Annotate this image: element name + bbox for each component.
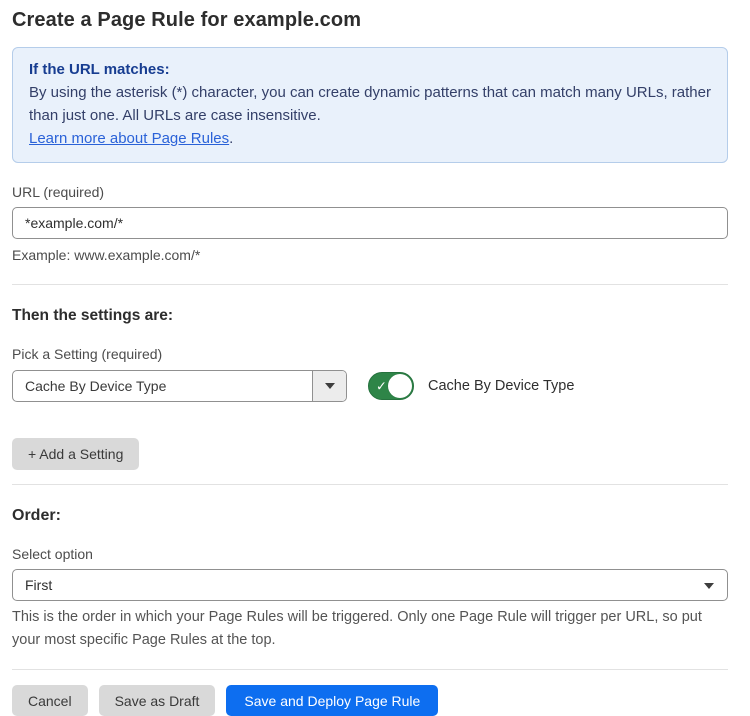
cancel-button[interactable]: Cancel <box>12 685 88 716</box>
divider <box>12 669 728 670</box>
info-box-body: By using the asterisk (*) character, you… <box>29 81 711 127</box>
form-actions: Cancel Save as Draft Save and Deploy Pag… <box>12 685 728 716</box>
order-section-heading: Order: <box>12 507 728 525</box>
pick-setting-label: Pick a Setting (required) <box>12 346 728 362</box>
select-option-label: Select option <box>12 546 728 562</box>
check-icon: ✓ <box>376 380 387 393</box>
divider <box>12 284 728 285</box>
url-example-helper: Example: www.example.com/* <box>12 247 728 263</box>
toggle-label: Cache By Device Type <box>428 378 574 394</box>
settings-section-heading: Then the settings are: <box>12 307 728 325</box>
url-input[interactable] <box>12 207 728 239</box>
toggle-knob <box>388 374 412 398</box>
info-box-link-line: Learn more about Page Rules. <box>29 127 711 150</box>
chevron-down-icon <box>704 583 714 589</box>
chevron-down-icon <box>325 383 335 389</box>
order-helper-text: This is the order in which your Page Rul… <box>12 606 720 652</box>
divider <box>12 484 728 485</box>
url-match-info-box: If the URL matches: By using the asteris… <box>12 47 728 163</box>
setting-select-value: Cache By Device Type <box>13 371 312 401</box>
order-select[interactable]: First <box>12 569 728 601</box>
add-setting-button[interactable]: + Add a Setting <box>12 438 139 470</box>
url-field-label: URL (required) <box>12 184 728 200</box>
save-draft-button[interactable]: Save as Draft <box>99 685 216 716</box>
setting-select-arrow-button[interactable] <box>312 371 346 401</box>
learn-more-link[interactable]: Learn more about Page Rules <box>29 130 229 147</box>
setting-row: Cache By Device Type ✓ Cache By Device T… <box>12 370 728 402</box>
page-title: Create a Page Rule for example.com <box>12 9 728 32</box>
page-rule-form: Create a Page Rule for example.com If th… <box>0 0 750 716</box>
save-deploy-button[interactable]: Save and Deploy Page Rule <box>226 685 438 716</box>
cache-device-toggle[interactable]: ✓ <box>368 372 414 400</box>
order-select-value: First <box>25 577 52 593</box>
setting-select[interactable]: Cache By Device Type <box>12 370 347 402</box>
link-suffix: . <box>229 130 233 147</box>
info-box-heading: If the URL matches: <box>29 58 711 81</box>
